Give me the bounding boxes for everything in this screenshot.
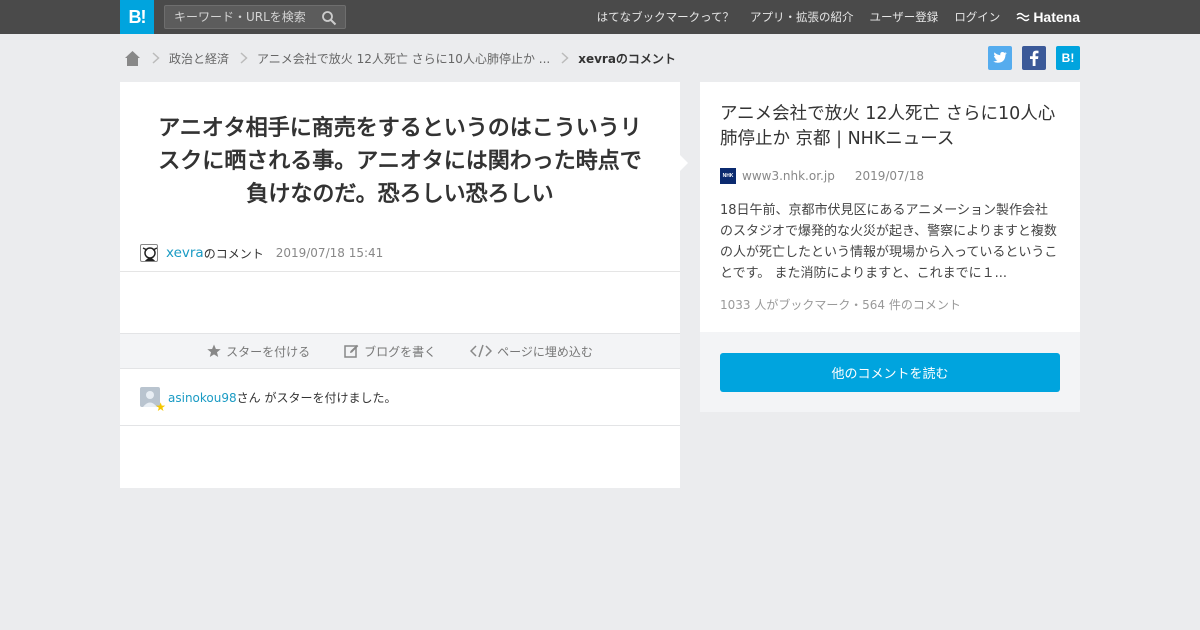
- star-notice-text: さん がスターを付けました。: [236, 390, 397, 405]
- star-area: [120, 272, 680, 333]
- breadcrumb-current: xevraのコメント: [578, 51, 676, 66]
- breadcrumb: 政治と経済 アニメ会社で放火 12人死亡 さらに10人心肺停止か ... xev…: [120, 34, 1080, 82]
- chevron-right-icon: [561, 52, 569, 64]
- star-list: ★ asinokou98さん がスターを付けました。: [120, 369, 680, 426]
- entry-summary: 18日午前、京都市伏見区にあるアニメーション製作会社のスタジオで爆発的な火災が起…: [720, 203, 1058, 281]
- search-icon[interactable]: [321, 10, 337, 26]
- search-input[interactable]: [174, 10, 314, 24]
- add-star-label: スターを付ける: [226, 344, 311, 359]
- entry-meta: NHK www3.nhk.or.jp 2019/07/18: [720, 166, 1060, 186]
- write-blog-button[interactable]: ブログを書く: [344, 343, 436, 360]
- twitter-share-button[interactable]: [988, 46, 1012, 70]
- comment-user-suffix: のコメント: [203, 246, 264, 261]
- read-more-comments-button[interactable]: 他のコメントを読む: [720, 352, 1060, 392]
- facebook-share-button[interactable]: [1022, 46, 1046, 70]
- comment-panel: アニオタ相手に商売をするというのはこういうリスクに晒される事。アニオタには関わっ…: [120, 82, 688, 488]
- entry-sidebar: アニメ会社で放火 12人死亡 さらに10人心肺停止か 京都 | NHKニュース …: [700, 82, 1080, 488]
- star-user-link[interactable]: asinokou98: [168, 391, 237, 405]
- bottom-space: [120, 426, 680, 488]
- comment-actions: スターを付ける ブログを書く ページに埋め込む: [120, 333, 680, 369]
- nav-apps[interactable]: アプリ・拡張の紹介: [750, 9, 854, 25]
- home-icon[interactable]: [124, 50, 141, 67]
- read-more-area: 他のコメントを読む: [700, 332, 1080, 412]
- user-avatar-icon: [142, 247, 157, 261]
- twitter-icon: [993, 52, 1007, 63]
- nav-login[interactable]: ログイン: [954, 9, 1000, 25]
- comment-timestamp[interactable]: 2019/07/18 15:41: [276, 246, 384, 260]
- entry-date: 2019/07/18: [854, 169, 924, 183]
- entry-title[interactable]: アニメ会社で放火 12人死亡 さらに10人心肺停止か 京都 | NHKニュース: [720, 102, 1060, 152]
- nav-register[interactable]: ユーザー登録: [870, 9, 939, 25]
- hatena-brand-label: Hatena: [1033, 9, 1080, 25]
- facebook-icon: [1030, 50, 1039, 66]
- top-nav: はてなブックマークって？ アプリ・拡張の紹介 ユーザー登録 ログイン Haten…: [581, 0, 1080, 34]
- star-icon: [207, 344, 221, 357]
- share-buttons: B!: [978, 46, 1080, 70]
- write-blog-label: ブログを書く: [364, 344, 437, 359]
- comment-meta: xevra のコメント 2019/07/18 15:41: [120, 211, 680, 271]
- search-box[interactable]: [164, 5, 346, 29]
- edit-icon: [344, 344, 359, 358]
- hatena-waves-icon: [1016, 12, 1030, 22]
- breadcrumb-category[interactable]: 政治と経済: [169, 50, 229, 67]
- comment-user-link[interactable]: xevra: [166, 245, 204, 261]
- avatar[interactable]: [140, 244, 158, 262]
- nhk-favicon-icon: NHK: [720, 168, 736, 184]
- avatar[interactable]: ★: [140, 387, 166, 413]
- entry-card: アニメ会社で放火 12人死亡 さらに10人心肺停止か 京都 | NHKニュース …: [700, 82, 1080, 332]
- breadcrumb-entry[interactable]: アニメ会社で放火 12人死亡 さらに10人心肺停止か ...: [257, 50, 550, 67]
- star-badge-icon: ★: [155, 400, 166, 414]
- entry-domain[interactable]: www3.nhk.or.jp: [742, 169, 835, 183]
- embed-button[interactable]: ページに埋め込む: [470, 343, 593, 360]
- nav-about[interactable]: はてなブックマークって？: [597, 9, 734, 25]
- star-notice: asinokou98さん がスターを付けました。: [168, 389, 396, 406]
- hatena-brand[interactable]: Hatena: [1016, 9, 1080, 25]
- add-star-button[interactable]: スターを付ける: [207, 343, 310, 360]
- comment-text: アニオタ相手に商売をするというのはこういうリスクに晒される事。アニオタには関わっ…: [158, 116, 642, 207]
- top-bar: B! はてなブックマークって？ アプリ・拡張の紹介 ユーザー登録 ログイン Ha…: [0, 0, 1200, 34]
- hatena-bookmark-share-button[interactable]: B!: [1056, 46, 1080, 70]
- embed-label: ページに埋め込む: [497, 344, 593, 359]
- hatena-bookmark-logo[interactable]: B!: [120, 0, 154, 34]
- entry-counts[interactable]: 1033 人がブックマーク・564 件のコメント: [720, 296, 1060, 313]
- chevron-right-icon: [152, 52, 160, 64]
- chevron-right-icon: [240, 52, 248, 64]
- code-icon: [470, 344, 493, 358]
